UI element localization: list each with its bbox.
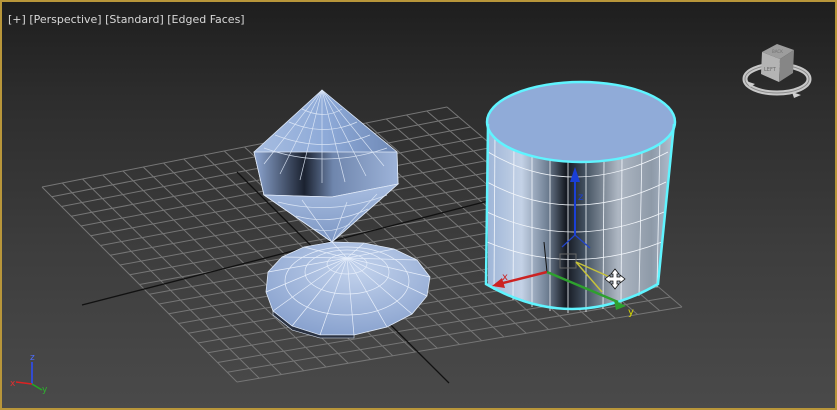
perspective-viewport[interactable]: y z x LEFT BACK z x y [+] [Perspective] … bbox=[0, 0, 837, 410]
viewport-label-menu: [+] [Perspective] [Standard] [Edged Face… bbox=[8, 13, 245, 26]
gizmo-axis-z-label: z bbox=[578, 192, 583, 203]
viewport-shading-menu[interactable]: [Standard] bbox=[105, 13, 164, 26]
axis-z-label: z bbox=[30, 353, 35, 363]
viewport-plus-menu[interactable]: [+] bbox=[8, 13, 26, 26]
axis-y-label: y bbox=[42, 385, 48, 395]
gizmo-axis-y-label: y bbox=[628, 307, 634, 318]
viewcube-back-label: BACK bbox=[772, 49, 783, 54]
viewport-background bbox=[2, 2, 835, 408]
viewport-view-menu[interactable]: [Perspective] bbox=[29, 13, 101, 26]
viewport-display-mode-menu[interactable]: [Edged Faces] bbox=[167, 13, 244, 26]
axis-x-label: x bbox=[10, 379, 16, 389]
gizmo-axis-x-label: x bbox=[502, 272, 508, 283]
viewport-scene[interactable]: y z x LEFT BACK z x y bbox=[2, 2, 837, 410]
viewcube-face-label: LEFT bbox=[764, 67, 777, 73]
